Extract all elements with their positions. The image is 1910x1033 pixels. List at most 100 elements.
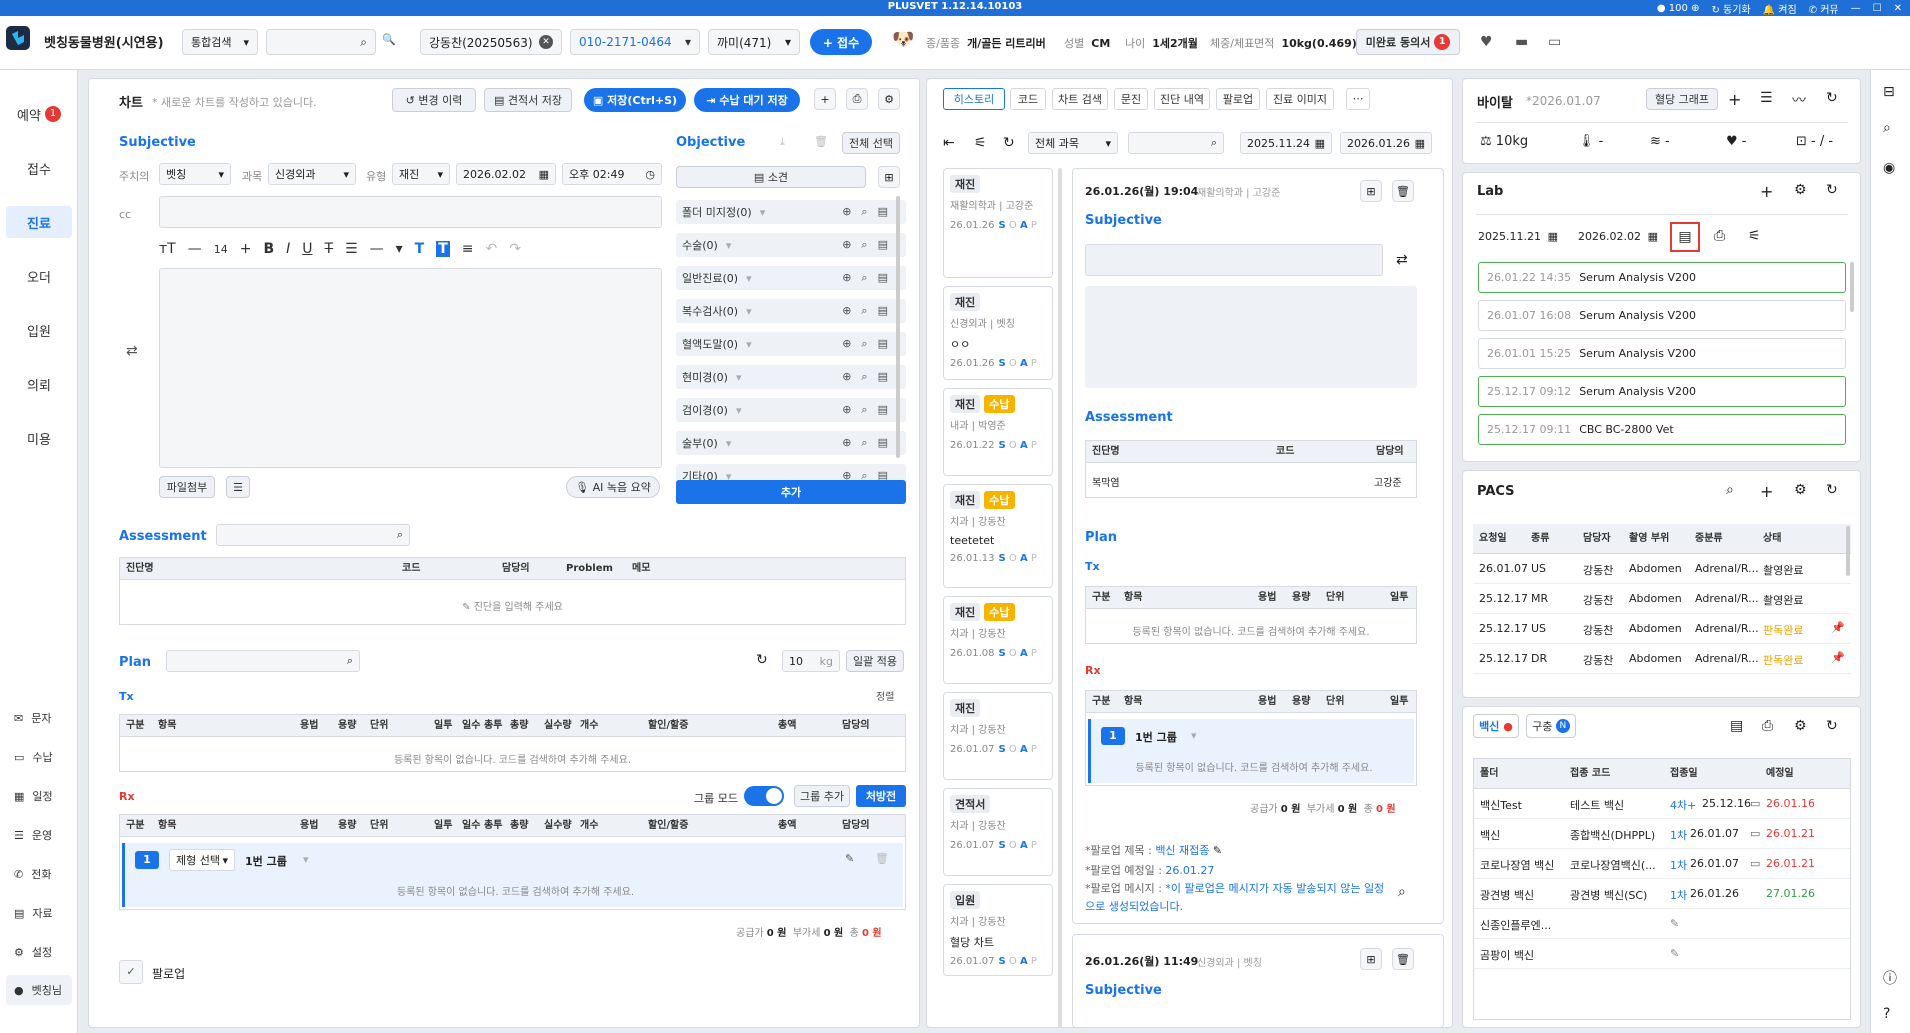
folder-icon[interactable]: ▬ [1515, 34, 1528, 50]
tab-history-6[interactable]: 진료 이미지 [1266, 88, 1334, 110]
font-size-icon[interactable]: тT [159, 241, 176, 257]
objective-folder-row[interactable]: 일반진료(0) ▾ ⊕⌕▤ [676, 266, 906, 290]
select-all-button[interactable]: 전체 선택 [842, 132, 900, 154]
edit-icon[interactable]: ✎ [845, 852, 854, 865]
weight-input[interactable]: 10 kg [782, 650, 840, 672]
subnav-sms[interactable]: ✉ 문자 [14, 710, 51, 726]
dept-filter-select[interactable]: 전체 과목 ▾ [1028, 132, 1118, 154]
nav-item-referral[interactable]: 의뢰 [6, 368, 72, 400]
add-objective-button[interactable]: 추가 [676, 480, 906, 504]
strike-icon[interactable]: T [325, 241, 334, 257]
tab-history-4[interactable]: 진단 내역 [1154, 88, 1210, 110]
info-icon[interactable]: ⓘ [1883, 968, 1897, 988]
copy-icon[interactable]: ⊞ [1360, 948, 1382, 970]
history-card[interactable]: 재진 치과 | 강동찬 26.01.07 S O A P [943, 692, 1053, 780]
folder-actions-icon[interactable]: ⊕⌕▤ [842, 403, 898, 417]
trash-icon[interactable]: 🗑 [1392, 180, 1414, 202]
profile-icon[interactable]: ⊟ [1883, 84, 1895, 100]
subnav-settings[interactable]: ⚙ 설정 [14, 944, 52, 960]
chevron-down-icon[interactable]: ▾ [1191, 729, 1197, 742]
print-icon[interactable]: ⎙ [1762, 718, 1773, 734]
sync-button[interactable]: ↻ 동기화 [1711, 1, 1750, 16]
subnav-schedule[interactable]: ▦ 일정 [14, 788, 53, 804]
cc-input[interactable] [159, 196, 662, 228]
vaccine-row[interactable]: 신종인플루엔... ✎ [1474, 909, 1850, 939]
bg-color-icon[interactable]: T [436, 241, 450, 257]
nav-item-treatment[interactable]: 진료 [6, 206, 72, 238]
scrollbar[interactable] [1846, 526, 1850, 576]
lab-result-item[interactable]: 26.01.22 14:35 Serum Analysis V200 [1478, 262, 1846, 293]
nav-item-grooming[interactable]: 미용 [6, 422, 72, 454]
objective-folder-row[interactable]: 술부(0) ▾ ⊕⌕▤ [676, 431, 906, 455]
maximize-button[interactable]: ☐ [1873, 3, 1882, 14]
gear-icon[interactable]: ⚙ [1794, 718, 1807, 734]
collapse-icon[interactable]: ⇤ [943, 135, 955, 151]
points-indicator[interactable]: ● 100 ⊕ [1657, 3, 1700, 14]
tab-deworm[interactable]: 구충 N [1526, 714, 1576, 738]
search-type-select[interactable]: 통합검색 ▾ [182, 29, 258, 55]
formula-select[interactable]: 제형 선택 ▾ [169, 849, 235, 871]
lab-result-item[interactable]: 25.12.17 09:12 Serum Analysis V200 [1478, 376, 1846, 407]
unsigned-consent-button[interactable]: 미완료 동의서 1 [1356, 29, 1460, 55]
pacs-row[interactable]: 26.01.07 US 강동찬 Abdomen Adrenal/R... 촬영완료 [1473, 554, 1851, 584]
vaccine-row[interactable]: 곰팡이 백신 ✎ [1474, 939, 1850, 969]
vaccine-row[interactable]: 광견병 백신 광견병 백신(SC) 1차 26.01.26 27.01.26 [1474, 879, 1850, 909]
help-icon[interactable]: ? [1883, 1006, 1890, 1022]
subnav-payment[interactable]: ▭ 수납 [14, 749, 53, 765]
call-button[interactable]: ✆ 커뮤 [1809, 1, 1839, 16]
subjective-editor[interactable] [159, 268, 662, 468]
tab-history-1[interactable]: 코드 [1010, 88, 1046, 110]
lab-result-item[interactable]: 25.12.17 09:11 CBC BC-2800 Vet [1478, 414, 1846, 445]
edit-icon[interactable]: ✎ [1213, 844, 1222, 857]
findings-button[interactable]: ▤ 소견 [676, 166, 866, 188]
more-icon[interactable]: ⋯ [1346, 88, 1370, 110]
redo-icon[interactable]: ↷ [509, 241, 521, 257]
objective-folder-row[interactable]: 검이경(0) ▾ ⊕⌕▤ [676, 398, 906, 422]
subnav-phone[interactable]: ✆ 전화 [14, 866, 51, 882]
reception-button[interactable]: + 접수 [810, 29, 872, 55]
tab-history-2[interactable]: 차트 검색 [1052, 88, 1108, 110]
trash-icon[interactable]: 🗑 [814, 135, 828, 148]
plus-icon[interactable]: + [1760, 182, 1773, 201]
gear-icon[interactable]: ⚙ [878, 88, 900, 110]
history-card[interactable]: 재진 신경외과 | 벳칭 ㅇㅇ 26.01.26 S O A P [943, 286, 1053, 380]
group-mode-toggle[interactable] [744, 786, 784, 806]
text-color-icon[interactable]: T [415, 241, 425, 257]
graph-icon[interactable]: 〰 [1792, 90, 1806, 110]
objective-folder-row[interactable]: 복수검사(0) ▾ ⊕⌕▤ [676, 299, 906, 323]
copy-icon[interactable]: ⊞ [1360, 180, 1382, 202]
plan-search-input[interactable]: ⌕ [166, 650, 360, 672]
history-card[interactable]: 재진 재활의학과 | 고강준 26.01.26 S O A P [943, 168, 1053, 278]
history-to-date[interactable]: 2026.01.26 ▦ [1340, 132, 1432, 154]
download-icon[interactable]: ⤓ [780, 135, 785, 149]
heart-icon[interactable]: ♥ [1480, 34, 1493, 50]
history-card[interactable]: 견적서 치과 | 강동찬 26.01.07 S O A P [943, 788, 1053, 876]
pin-icon[interactable]: 📌 [1831, 621, 1845, 634]
print-icon[interactable]: ⎙ [1714, 228, 1725, 244]
card-icon[interactable]: ▭ [1750, 857, 1760, 870]
doc-icon[interactable]: ▤ [1670, 222, 1700, 252]
nav-item-reservation[interactable]: 예약 1 [6, 98, 72, 130]
lab-from-date[interactable]: 2025.11.21 ▦ [1472, 225, 1564, 247]
history-from-date[interactable]: 2025.11.24 ▦ [1240, 132, 1332, 154]
gear-icon[interactable]: ⚙ [1794, 482, 1807, 498]
change-history-button[interactable]: ↺ 변경 이력 [392, 88, 476, 112]
print-icon[interactable]: ⎙ [846, 88, 868, 110]
minimize-button[interactable]: — [1851, 3, 1861, 14]
plus-icon[interactable]: + [814, 88, 836, 110]
nav-item-inpatient[interactable]: 입원 [6, 314, 72, 346]
dept-select[interactable]: 신경외과 ▾ [268, 163, 356, 185]
folder-actions-icon[interactable]: ⊕⌕▤ [842, 205, 898, 219]
search-doc-icon[interactable]: ⌕ [1398, 884, 1406, 900]
refresh-icon[interactable]: ↻ [1003, 135, 1015, 151]
objective-folder-row[interactable]: 수술(0) ▾ ⊕⌕▤ [676, 233, 906, 257]
subnav-data[interactable]: ▤ 자료 [14, 905, 53, 921]
swap-icon[interactable]: ⇄ [126, 343, 138, 359]
pacs-row[interactable]: 25.12.17 MR 강동찬 Abdomen Adrenal/R... 촬영완료 [1473, 584, 1851, 614]
attach-button[interactable]: 파일첨부 [159, 476, 215, 498]
followup-checkbox[interactable]: ✓ [119, 960, 143, 984]
tab-history-3[interactable]: 문진 [1114, 88, 1148, 110]
apply-all-button[interactable]: 일괄 적용 [846, 650, 904, 672]
history-search-input[interactable]: ⌕ [1128, 132, 1224, 154]
scrollbar[interactable] [1058, 168, 1062, 1028]
